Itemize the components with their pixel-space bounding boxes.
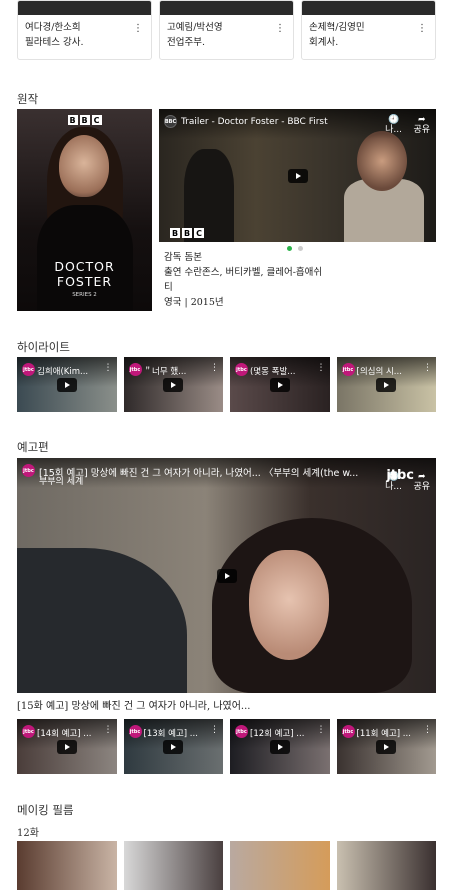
bbc-logo: B B C [170,228,204,238]
original-trailer-video[interactable]: BBC Trailer - Doctor Foster - BBC First … [159,109,436,242]
video-title[interactable]: [11회 예고] ... [357,727,421,739]
channel-avatar[interactable]: jtbc [22,363,35,376]
channel-avatar[interactable]: jtbc [128,725,142,738]
channel-avatar[interactable]: jtbc [22,725,35,738]
channel-avatar[interactable]: jtbc [22,464,35,477]
more-icon[interactable]: ⋮ [317,363,326,373]
episode-label: 12화 [17,828,39,839]
making-photo[interactable] [123,841,223,890]
video-title[interactable]: [14회 예고] ... [37,727,101,739]
poster-portrait [59,135,109,197]
cast-info: 출연 수란존스, 버티카벨, 클레어-흡애쉬 [164,267,323,278]
play-icon[interactable] [376,739,397,754]
video-title[interactable]: (몇몽 폭발... [250,365,314,377]
making-photo[interactable] [336,841,436,890]
share-icon[interactable]: ➦ 공유 [413,472,430,492]
more-icon[interactable]: ⋮ [104,363,113,373]
poster-title: DOCTOR FOSTER [54,259,115,289]
play-icon[interactable] [163,377,184,392]
channel-avatar[interactable]: BBC [164,115,177,128]
trailer-video[interactable]: jtbc [13회 예고] ... ⋮ [123,719,223,774]
making-photo-list [17,841,436,890]
country-year: 영국 | 2015년 [164,297,224,308]
original-poster[interactable]: B B C DOCTOR FOSTER SERIES 2 [17,109,152,311]
trailer-video[interactable]: jtbc [11회 예고] ... ⋮ [336,719,436,774]
more-icon[interactable]: ⋮ [133,23,143,34]
show-watermark: 부부의 세계 [39,477,84,487]
play-icon[interactable] [56,739,77,754]
play-icon[interactable] [269,739,290,754]
video-title[interactable]: [13회 예고] ... [144,727,208,739]
director: 감독 돔본 [164,252,202,263]
cast-card[interactable]: 손제혁/김영민 회계사. ⋮ [301,0,436,60]
more-icon[interactable]: ⋮ [275,23,285,34]
channel-avatar[interactable]: jtbc [235,363,248,376]
cast-card[interactable]: 고예림/박선영 전업주부. ⋮ [159,0,294,60]
channel-avatar[interactable]: jtbc [341,363,355,376]
play-icon[interactable] [163,739,184,754]
video-title[interactable]: [15회 예고] 망상에 빠진 건 그 여자가 아니라, 나였어... 〈부부의… [39,465,378,479]
more-icon[interactable]: ⋮ [423,363,432,373]
play-icon[interactable] [376,377,397,392]
bbc-logo: B B C [67,115,102,125]
play-icon[interactable] [287,168,308,183]
more-icon[interactable]: ⋮ [423,725,432,735]
section-title-trailers: 예고편 [17,440,49,454]
trailer-video[interactable]: jtbc [14회 예고] ... ⋮ [17,719,117,774]
section-title-original: 원작 [17,92,39,106]
video-title[interactable]: [의심의 시... [357,365,421,377]
highlight-video[interactable]: jtbc ＂너무 했... ⋮ [123,357,223,412]
cast-role: 회계사. [309,37,339,48]
trailers-list: jtbc [14회 예고] ... ⋮ jtbc [13회 예고] ... ⋮ … [17,719,436,774]
more-icon[interactable]: ⋮ [417,23,427,34]
play-icon[interactable] [269,377,290,392]
section-title-making: 메이킹 필름 [17,803,74,817]
video-frame [249,550,329,660]
video-title[interactable]: 김희애(Kim... [37,365,101,377]
original-info: 감독 돔본 출연 수란존스, 버티카벨, 클레어-흡애쉬 티 영국 | 2015… [164,250,436,310]
more-icon[interactable]: ⋮ [210,725,219,735]
cast-list: 여다경/한소희 필라테스 강사. ⋮ 고예림/박선영 전업주부. ⋮ 손제혁/김… [17,0,436,60]
watch-later-icon[interactable]: 🕘 나... [385,115,402,135]
trailer-video[interactable]: jtbc [12회 예고] ... ⋮ [230,719,330,774]
more-icon[interactable]: ⋮ [104,725,113,735]
cast-photo [18,1,151,15]
highlight-video[interactable]: jtbc (몇몽 폭발... ⋮ [230,357,330,412]
cast-role: 전업주부. [167,37,205,48]
cast-info-cont: 티 [164,282,173,293]
cast-card[interactable]: 여다경/한소희 필라테스 강사. ⋮ [17,0,152,60]
cast-photo [302,1,435,15]
cast-name: 고예림/박선영 [167,22,223,33]
highlight-video[interactable]: jtbc 김희애(Kim... ⋮ [17,357,117,412]
cast-name: 손제혁/김영민 [309,22,365,33]
main-trailer-caption: [15화 예고] 망상에 빠진 건 그 여자가 아니라, 나였어... [17,701,251,712]
poster-subtitle: SERIES 2 [72,292,97,298]
channel-avatar[interactable]: jtbc [128,363,142,376]
video-title[interactable]: ＂너무 했... [144,365,208,377]
cast-photo [160,1,293,15]
play-icon[interactable] [216,568,237,583]
making-photo[interactable] [230,841,330,890]
highlights-list: jtbc 김희애(Kim... ⋮ jtbc ＂너무 했... ⋮ jtbc (… [17,357,436,412]
highlight-video[interactable]: jtbc [의심의 시... ⋮ [336,357,436,412]
section-title-highlights: 하이라이트 [17,340,70,354]
more-icon[interactable]: ⋮ [210,363,219,373]
play-icon[interactable] [56,377,77,392]
cast-name: 여다경/한소희 [25,22,81,33]
making-photo[interactable] [17,841,117,890]
share-icon[interactable]: ➦ 공유 [413,115,430,135]
more-icon[interactable]: ⋮ [317,725,326,735]
video-title[interactable]: [12회 예고] ... [250,727,314,739]
cast-role: 필라테스 강사. [25,37,84,48]
jtbc-logo: jtbc [386,468,414,483]
channel-avatar[interactable]: jtbc [341,725,355,738]
video-title[interactable]: Trailer - Doctor Foster - BBC First [181,117,378,127]
channel-avatar[interactable]: jtbc [235,725,248,738]
main-trailer-video[interactable]: jtbc [15회 예고] 망상에 빠진 건 그 여자가 아니라, 나였어...… [17,458,436,693]
